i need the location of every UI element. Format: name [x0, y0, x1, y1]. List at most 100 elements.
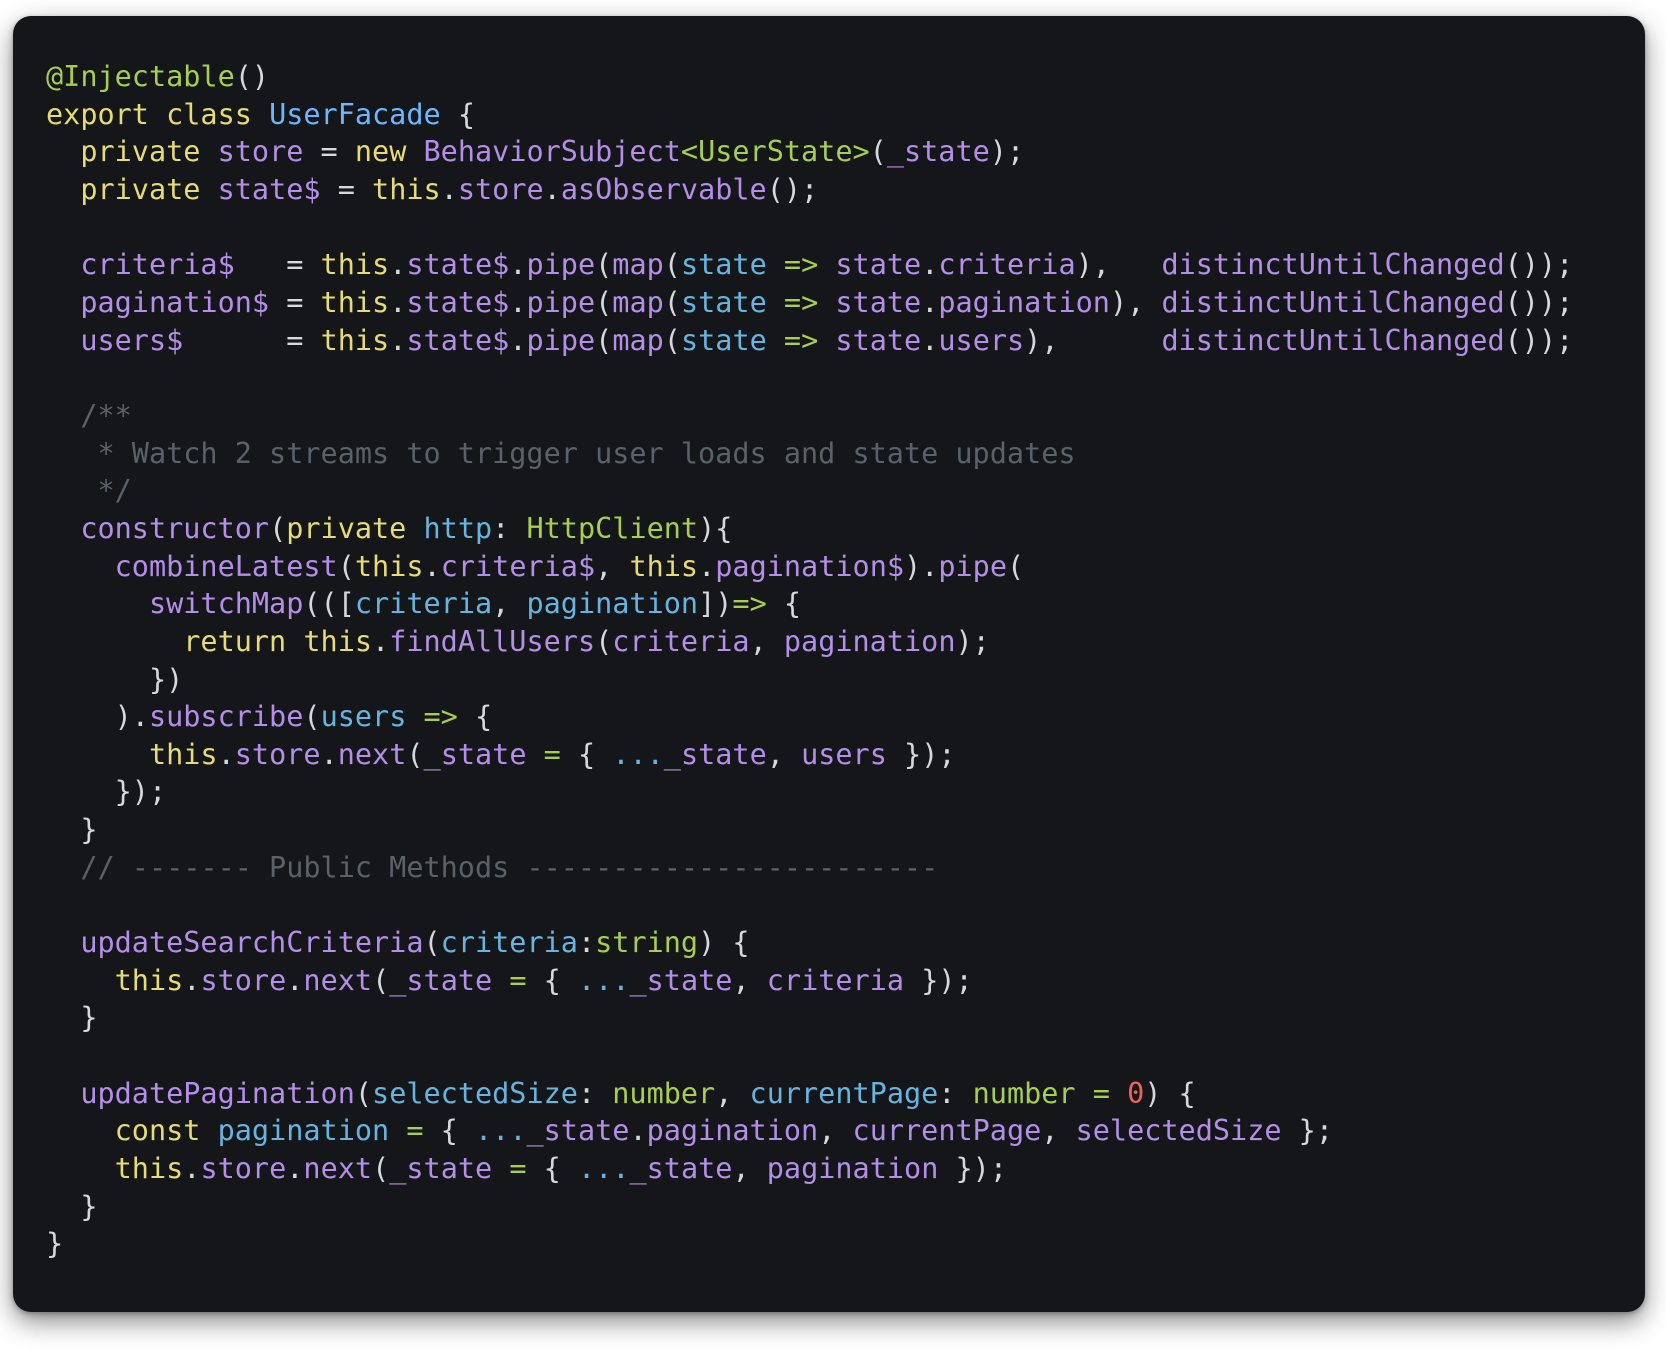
code-token: :: [577, 926, 596, 960]
code-token: ).: [904, 549, 939, 583]
code-token: store: [200, 1152, 287, 1186]
code-token: users: [320, 700, 407, 734]
code-token: .: [320, 737, 338, 771]
code-token: ,: [766, 737, 802, 771]
code-token: (: [303, 700, 321, 734]
code-token: map: [612, 323, 664, 357]
code-token: {: [543, 1152, 578, 1186]
code-token: distinctUntilChanged: [1161, 248, 1505, 282]
code-token: criteria: [612, 624, 750, 658]
code-token: number: [612, 1076, 716, 1110]
code-token: (: [372, 963, 390, 997]
code-line: criteria$ = this.state$.pipe(map(state =…: [46, 246, 1573, 284]
code-token: constructor: [46, 511, 270, 545]
code-token: =: [303, 135, 355, 169]
code-token: _state: [629, 1152, 733, 1186]
code-token: users$: [46, 323, 184, 357]
code-token: _state: [629, 963, 733, 997]
code-token: pipe: [526, 248, 596, 282]
code-token: pipe: [526, 285, 596, 319]
code-token: private: [286, 511, 424, 545]
code-token: }: [46, 1227, 64, 1261]
code-token: (([: [303, 587, 355, 621]
code-token: .: [921, 323, 939, 357]
code-token: pipe: [526, 323, 596, 357]
code-token: {: [783, 587, 802, 621]
code-token: ...: [578, 1152, 630, 1186]
code-token: ...: [475, 1114, 527, 1148]
code-token: =: [492, 963, 544, 997]
code-token: new: [354, 135, 424, 169]
code-token: string: [595, 926, 699, 960]
code-line: this.store.next(_state = { ..._state, us…: [46, 736, 1573, 774]
code-token: updatePagination: [46, 1076, 355, 1110]
code-token: (: [663, 323, 681, 357]
code-token: state: [835, 285, 922, 319]
code-token: );: [955, 624, 990, 658]
code-token: .: [217, 737, 235, 771]
code-token: =>: [766, 323, 836, 357]
code-token: =: [269, 285, 321, 319]
code-token: (: [423, 926, 441, 960]
code-token: =: [389, 1114, 441, 1148]
code-line: updatePagination(selectedSize: number, c…: [46, 1075, 1573, 1113]
code-token: .: [509, 323, 527, 357]
code-token: currentPage: [852, 1114, 1042, 1148]
code-token: }: [46, 1001, 98, 1035]
code-token: pagination: [217, 1114, 390, 1148]
code-token: ...: [578, 963, 630, 997]
code-token: ) {: [1144, 1076, 1196, 1110]
code-token: (): [234, 60, 270, 93]
code-line: constructor(private http: HttpClient){: [46, 510, 1573, 548]
code-token: (: [354, 1076, 373, 1110]
code-token: }: [46, 813, 98, 847]
code-token: users: [938, 323, 1025, 357]
code-token: this: [354, 549, 424, 583]
code-token: .: [423, 549, 441, 583]
code-token: .: [286, 1152, 304, 1186]
code-token: pagination: [766, 1152, 939, 1186]
code-token: .: [629, 1114, 647, 1148]
code-line: // ------- Public Methods --------------…: [46, 849, 1573, 887]
code-token: ),: [1075, 248, 1162, 282]
code-token: });: [938, 1152, 1007, 1186]
code-token: {: [440, 97, 475, 131]
code-token: .: [183, 1152, 201, 1186]
code-line: users$ = this.state$.pipe(map(state => s…: [46, 322, 1573, 360]
code-token: map: [612, 248, 664, 282]
code-token: ,: [818, 1114, 853, 1148]
code-token: ).: [46, 700, 149, 734]
code-token: state: [680, 285, 767, 319]
code-token: this: [320, 285, 390, 319]
code-block: @Injectable() export class UserFacade { p…: [46, 58, 1573, 1263]
code-token: (: [372, 1152, 390, 1186]
code-line: * Watch 2 streams to trigger user loads …: [46, 435, 1573, 473]
code-line: return this.findAllUsers(criteria, pagin…: [46, 623, 1573, 661]
code-token: this: [46, 963, 184, 997]
code-token: ());: [1504, 248, 1574, 282]
code-token: ());: [1504, 285, 1574, 319]
code-token: (: [595, 624, 613, 658]
code-token: store: [217, 135, 304, 169]
code-token: next: [303, 963, 373, 997]
code-line: */: [46, 472, 1573, 510]
code-token: ,: [1041, 1114, 1076, 1148]
code-line: });: [46, 773, 1573, 811]
code-line: }: [46, 1188, 1573, 1226]
code-token: state$: [217, 172, 321, 206]
code-token: .: [286, 963, 304, 997]
code-token: (: [663, 285, 681, 319]
code-token: pipe: [938, 549, 1007, 583]
code-token: ),: [1109, 285, 1162, 319]
code-token: ]): [698, 587, 733, 621]
code-token: .: [921, 248, 939, 282]
code-token: this: [303, 624, 373, 658]
code-token: =>: [766, 285, 836, 319]
code-token: ());: [1504, 323, 1574, 357]
code-token: ,: [595, 549, 630, 583]
code-token: this: [372, 172, 441, 206]
